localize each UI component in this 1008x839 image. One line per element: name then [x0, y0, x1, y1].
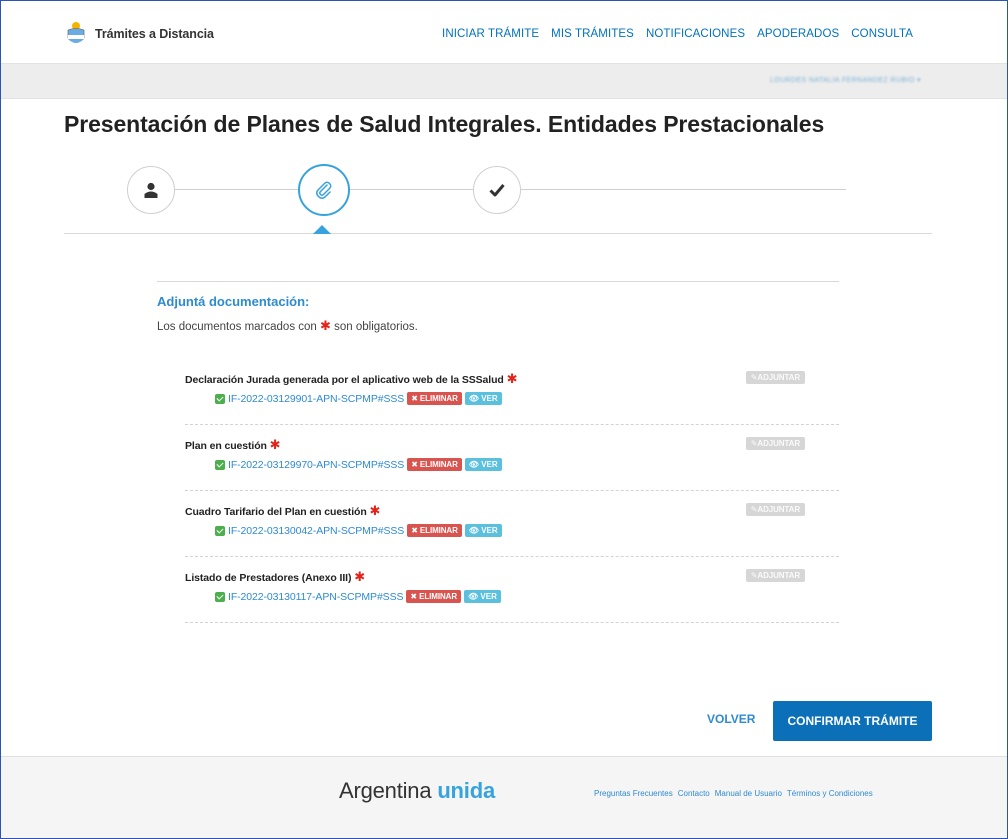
- file-link[interactable]: IF-2022-03129901-APN-SCPMP#SSS: [228, 393, 404, 405]
- document-item: Plan en cuestión ✱ IF-2022-03129970-APN-…: [185, 425, 839, 491]
- back-button[interactable]: VOLVER: [707, 712, 755, 726]
- documents-panel: Adjuntá documentación: Los documentos ma…: [157, 281, 839, 334]
- attached-file: IF-2022-03130117-APN-SCPMP#SSS ✖ ELIMINA…: [185, 590, 839, 603]
- check-square-icon: [215, 393, 225, 404]
- documents-title: Adjuntá documentación:: [157, 294, 310, 309]
- footer-link-contact[interactable]: Contacto: [678, 789, 710, 798]
- footer-link-faq[interactable]: Preguntas Frecuentes: [594, 789, 673, 798]
- attach-button[interactable]: ✎ADJUNTAR: [745, 437, 805, 450]
- confirm-button[interactable]: CONFIRMAR TRÁMITE: [773, 701, 932, 741]
- footer-brand: Argentina unida: [339, 778, 495, 803]
- delete-button[interactable]: ✖ ELIMINAR: [407, 524, 462, 537]
- panel-divider: [157, 281, 839, 282]
- check-square-icon: [215, 591, 225, 602]
- footer-link-manual[interactable]: Manual de Usuario: [715, 789, 782, 798]
- attach-button[interactable]: ✎ADJUNTAR: [745, 503, 805, 516]
- required-asterisk-icon: ✱: [369, 503, 381, 518]
- check-square-icon: [215, 459, 225, 470]
- step-user[interactable]: [127, 166, 175, 214]
- check-square-icon: [215, 525, 225, 536]
- document-item: Declaración Jurada generada por el aplic…: [185, 359, 839, 425]
- argentina-coat-of-arms-icon: [67, 22, 85, 43]
- required-asterisk-icon: ✱: [320, 318, 331, 333]
- paperclip-icon: [316, 181, 332, 199]
- document-title: Plan en cuestión ✱: [185, 437, 281, 452]
- attached-file: IF-2022-03130042-APN-SCPMP#SSS ✖ ELIMINA…: [185, 524, 839, 537]
- view-button[interactable]: 👁 VER: [464, 524, 502, 537]
- delete-button[interactable]: ✖ ELIMINAR: [406, 590, 462, 603]
- attach-button[interactable]: ✎ADJUNTAR: [745, 371, 805, 384]
- delete-button[interactable]: ✖ ELIMINAR: [407, 392, 462, 405]
- top-header: Trámites a Distancia INICIAR TRÁMITE MIS…: [1, 1, 1007, 63]
- nav-apoderados[interactable]: APODERADOS: [757, 28, 839, 40]
- view-button[interactable]: 👁 VER: [464, 392, 502, 405]
- document-title: Declaración Jurada generada por el aplic…: [185, 371, 518, 386]
- attached-file: IF-2022-03129901-APN-SCPMP#SSS ✖ ELIMINA…: [185, 392, 839, 405]
- user-menu[interactable]: LOURDES NATALIA FERNANDEZ RUBIO ▾: [770, 76, 921, 84]
- note-before: Los documentos marcados con: [157, 321, 317, 333]
- user-bar: LOURDES NATALIA FERNANDEZ RUBIO ▾: [1, 63, 1007, 99]
- document-title: Listado de Prestadores (Anexo III) ✱: [185, 569, 366, 584]
- file-link[interactable]: IF-2022-03130042-APN-SCPMP#SSS: [228, 525, 404, 537]
- view-button[interactable]: 👁 VER: [464, 458, 502, 471]
- delete-button[interactable]: ✖ ELIMINAR: [407, 458, 462, 471]
- nav-iniciar-tramite[interactable]: INICIAR TRÁMITE: [442, 28, 539, 40]
- page-title: Presentación de Planes de Salud Integral…: [64, 111, 825, 137]
- active-step-caret: [313, 225, 331, 234]
- nav-notificaciones[interactable]: NOTIFICACIONES: [646, 28, 745, 40]
- step-attachments[interactable]: [298, 164, 350, 216]
- nav-consulta[interactable]: CONSULTA: [851, 28, 913, 40]
- document-item: Listado de Prestadores (Anexo III) ✱ IF-…: [185, 557, 839, 623]
- note-after: son obligatorios.: [334, 321, 418, 333]
- required-asterisk-icon: ✱: [354, 569, 366, 584]
- file-link[interactable]: IF-2022-03130117-APN-SCPMP#SSS: [228, 591, 404, 603]
- required-asterisk-icon: ✱: [269, 437, 281, 452]
- document-list: Declaración Jurada generada por el aplic…: [185, 359, 839, 623]
- document-title: Cuadro Tarifario del Plan en cuestión ✱: [185, 503, 381, 518]
- attached-file: IF-2022-03129970-APN-SCPMP#SSS ✖ ELIMINA…: [185, 458, 839, 471]
- brand-name: Trámites a Distancia: [95, 27, 214, 41]
- attach-button[interactable]: ✎ADJUNTAR: [745, 569, 805, 582]
- checkmark-icon: [489, 184, 505, 197]
- brand[interactable]: Trámites a Distancia: [65, 21, 214, 47]
- footer-link-terms[interactable]: Términos y Condiciones: [787, 789, 873, 798]
- documents-note: Los documentos marcados con ✱ son obliga…: [157, 318, 839, 334]
- footer: Argentina unida Preguntas Frecuentes Con…: [1, 756, 1007, 838]
- required-asterisk-icon: ✱: [506, 371, 518, 386]
- user-icon: [144, 182, 158, 198]
- view-button[interactable]: 👁 VER: [464, 590, 501, 603]
- file-link[interactable]: IF-2022-03129970-APN-SCPMP#SSS: [228, 459, 404, 471]
- step-confirm[interactable]: [473, 166, 521, 214]
- nav-mis-tramites[interactable]: MIS TRÁMITES: [551, 28, 634, 40]
- footer-links: Preguntas Frecuentes Contacto Manual de …: [594, 789, 873, 798]
- stepper-baseline: [64, 233, 932, 234]
- main-nav: INICIAR TRÁMITE MIS TRÁMITES NOTIFICACIO…: [442, 28, 913, 40]
- stepper: [64, 158, 932, 234]
- document-item: Cuadro Tarifario del Plan en cuestión ✱ …: [185, 491, 839, 557]
